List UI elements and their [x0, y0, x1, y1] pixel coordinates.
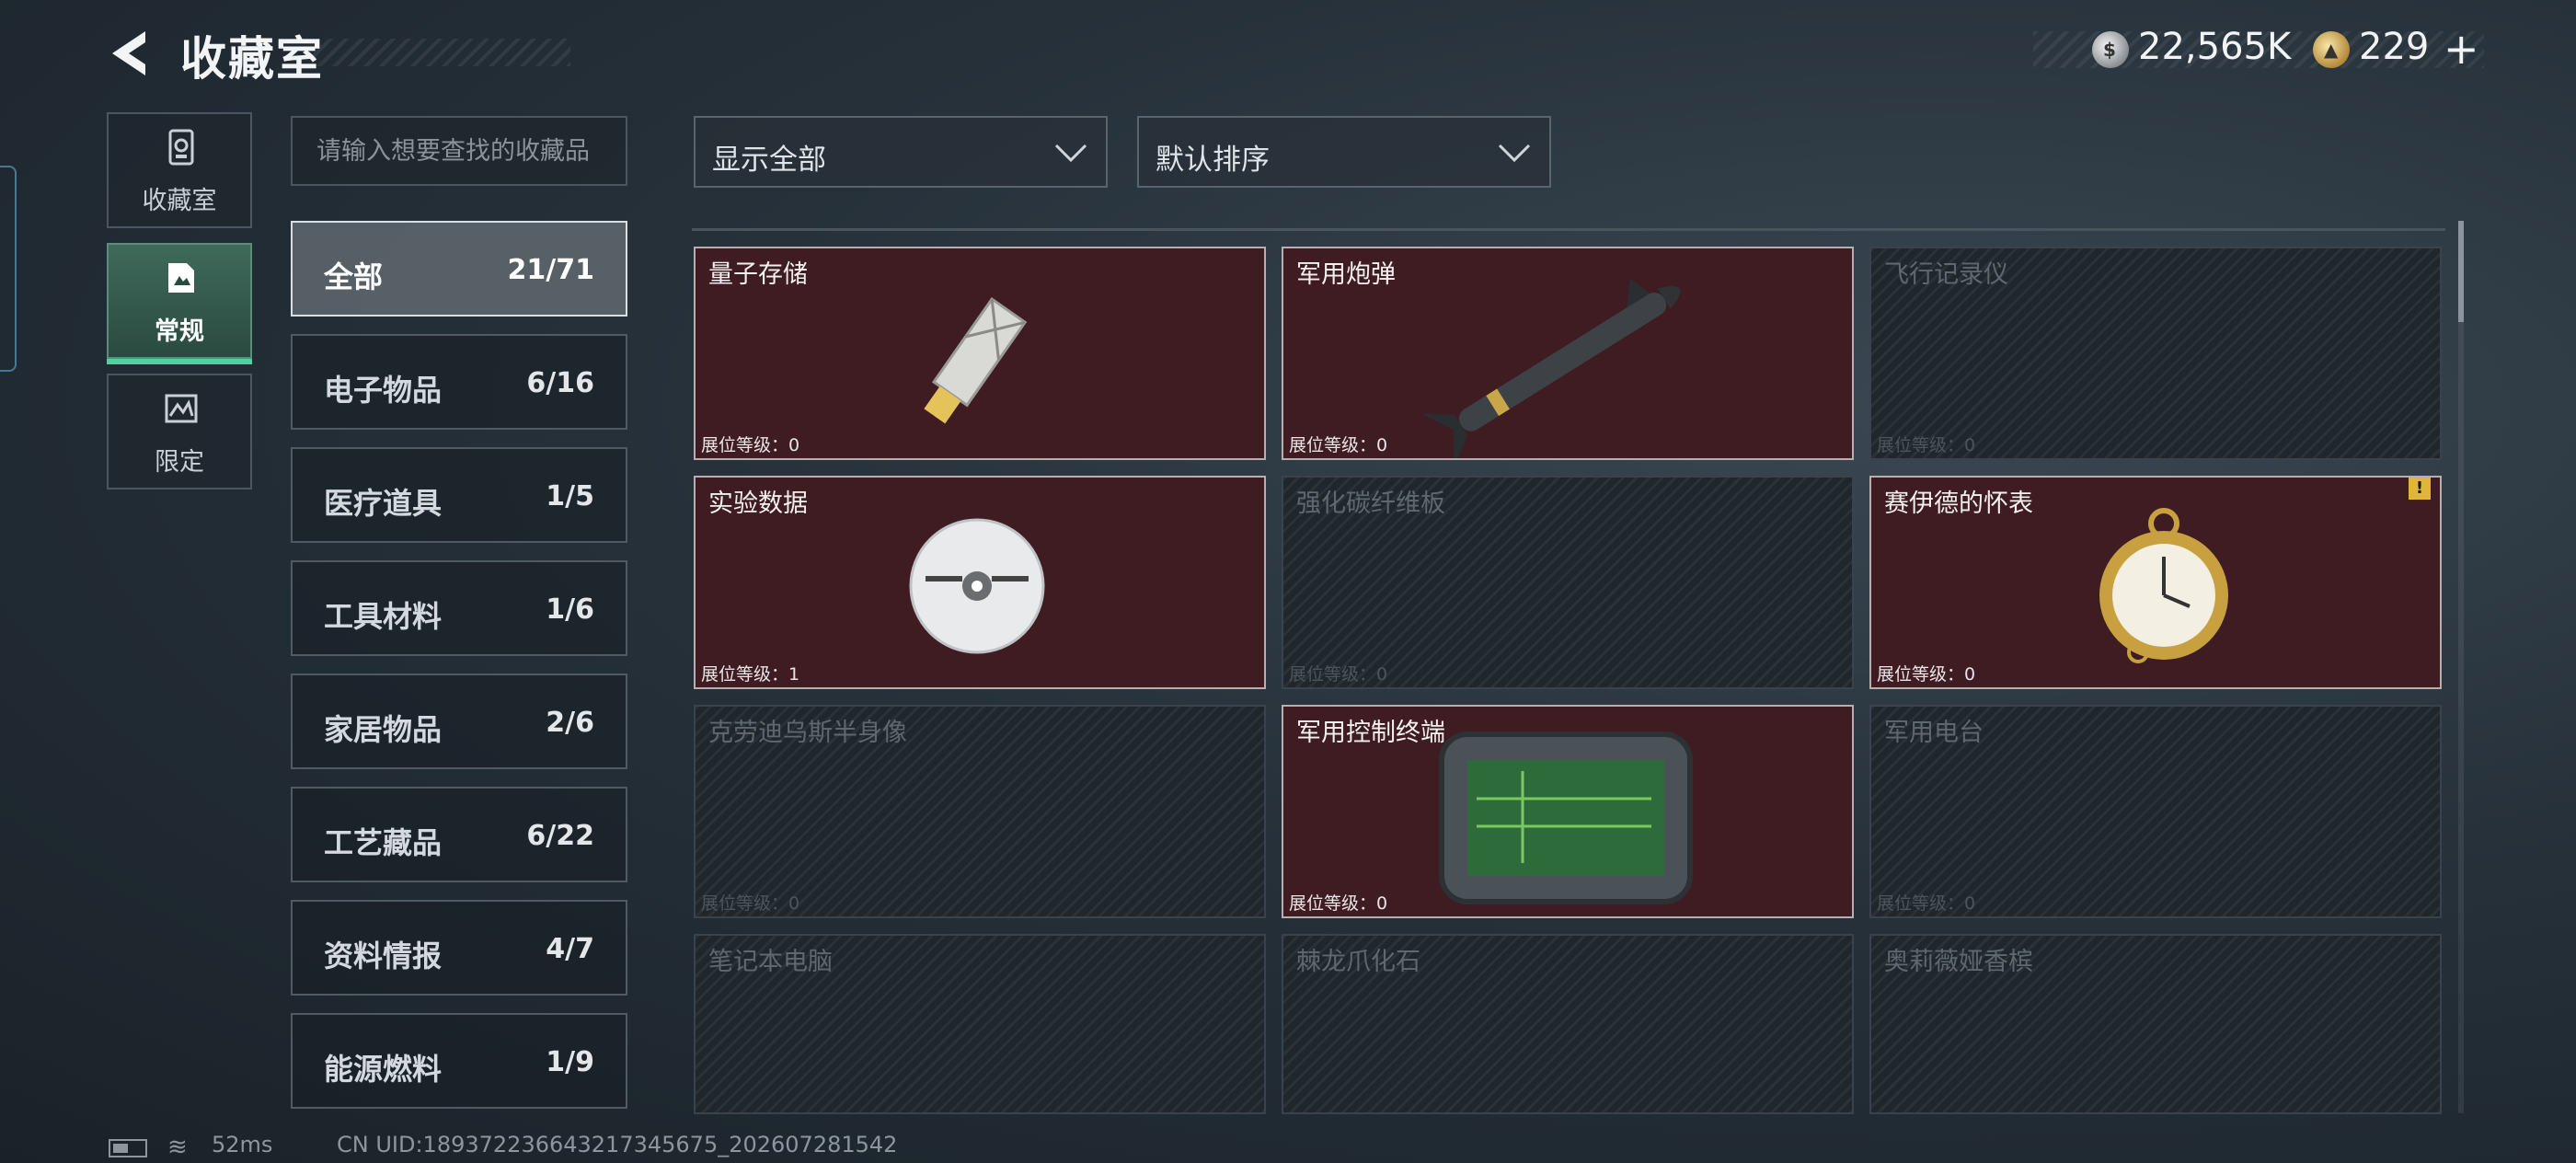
side-drawer-handle[interactable] [0, 166, 17, 372]
category-count: 21/71 [507, 254, 594, 286]
item-level: 展位等级：0 [1877, 435, 1976, 455]
tab-label: 限定 [155, 448, 204, 477]
item-name: 棘龙爪化石 [1296, 948, 1420, 976]
item-name: 军用控制终端 [1296, 719, 1445, 747]
category-name: 工艺藏品 [324, 825, 443, 860]
collection-item-card[interactable]: 奥莉薇娅香槟 [1869, 934, 2442, 1114]
tab-limited[interactable]: 限定 [107, 374, 252, 489]
item-name: 奥莉薇娅香槟 [1884, 948, 2033, 976]
collection-item-card[interactable]: 笔记本电脑 [694, 934, 1266, 1114]
display-filter-dropdown[interactable]: 显示全部 [694, 116, 1108, 188]
item-name: 赛伊德的怀表 [1884, 489, 2033, 518]
sort-dropdown[interactable]: 默认排序 [1137, 116, 1551, 188]
collection-item-card[interactable]: 飞行记录仪展位等级：0 [1869, 247, 2442, 460]
tab-label: 常规 [155, 317, 204, 346]
item-name: 实验数据 [708, 489, 808, 518]
item-name: 量子存储 [708, 260, 808, 289]
collection-item-card[interactable]: 军用电台展位等级：0 [1869, 705, 2442, 918]
item-level: 展位等级：0 [701, 435, 800, 455]
category-name: 电子物品 [324, 373, 443, 408]
category-item[interactable]: 全部 21/71 [291, 221, 627, 317]
category-count: 2/6 [546, 707, 594, 739]
display-filter-value: 显示全部 [712, 144, 826, 177]
item-level: 展位等级：1 [701, 664, 800, 685]
battery-icon [109, 1139, 147, 1157]
add-currency-button[interactable]: + [2444, 24, 2479, 74]
page-title: 收藏室 [180, 32, 324, 86]
item-level: 展位等级：0 [1289, 664, 1388, 685]
category-count: 1/9 [546, 1046, 594, 1078]
tab-regular[interactable]: 常规 [107, 243, 252, 364]
sort-value: 默认排序 [1156, 144, 1270, 177]
category-count: 1/5 [546, 480, 594, 512]
ping-value: 52ms [212, 1132, 273, 1157]
grid-divider [692, 228, 2445, 231]
limited-icon [165, 394, 198, 423]
item-name: 军用电台 [1884, 719, 1984, 747]
token-amount: 229 [2359, 26, 2430, 68]
category-count: 1/6 [546, 593, 594, 626]
collection-item-card[interactable]: 赛伊德的怀表展位等级：0! [1869, 476, 2442, 689]
category-count: 6/16 [526, 367, 594, 399]
category-item[interactable]: 资料情报 4/7 [291, 900, 627, 996]
category-item[interactable]: 电子物品 6/16 [291, 334, 627, 430]
item-level: 展位等级：0 [1877, 664, 1976, 685]
collection-item-card[interactable]: 克劳迪乌斯半身像展位等级：0 [694, 705, 1266, 918]
chevron-down-icon [1498, 144, 1531, 163]
money-amount: 22,565K [2138, 26, 2292, 68]
back-arrow-icon[interactable] [103, 26, 158, 81]
warning-badge: ! [2409, 478, 2431, 500]
currency-bar: $ 22,565K ▲ 229 + [2033, 24, 2484, 74]
category-item[interactable]: 家居物品 2/6 [291, 674, 627, 769]
active-tab-indicator [107, 359, 252, 364]
search-box[interactable] [291, 116, 627, 186]
item-name: 飞行记录仪 [1884, 260, 2008, 289]
item-name: 克劳迪乌斯半身像 [708, 719, 907, 747]
user-uid: CN UID:18937223664321734567​5_2026072815… [337, 1132, 898, 1157]
collection-item-card[interactable]: 军用控制终端展位等级：0 [1282, 705, 1854, 918]
tab-label: 收藏室 [142, 187, 217, 215]
item-name: 笔记本电脑 [708, 948, 833, 976]
item-level: 展位等级：0 [701, 893, 800, 914]
collection-room-icon [168, 129, 194, 166]
tab-collection-room[interactable]: 收藏室 [107, 112, 252, 228]
item-name: 军用炮弹 [1296, 260, 1396, 289]
silver-coin-icon: $ [2092, 31, 2129, 68]
category-item[interactable]: 工艺藏品 6/22 [291, 787, 627, 882]
category-name: 家居物品 [324, 712, 443, 747]
gold-token-icon: ▲ [2313, 31, 2350, 68]
collection-item-card[interactable]: 量子存储展位等级：0 [694, 247, 1266, 460]
category-name: 医疗道具 [324, 486, 443, 521]
category-name: 资料情报 [324, 938, 443, 973]
scrollbar-thumb[interactable] [2458, 221, 2464, 322]
search-input[interactable] [293, 118, 626, 184]
regular-icon [168, 263, 194, 293]
category-count: 4/7 [546, 933, 594, 965]
item-name: 强化碳纤维板 [1296, 489, 1445, 518]
item-level: 展位等级：0 [1289, 893, 1388, 914]
item-level: 展位等级：0 [1289, 435, 1388, 455]
collection-item-card[interactable]: 棘龙爪化石 [1282, 934, 1854, 1114]
category-name: 能源燃料 [324, 1052, 443, 1087]
wifi-icon: ≋ [167, 1134, 188, 1161]
chevron-down-icon [1054, 144, 1087, 163]
category-name: 全部 [324, 259, 384, 294]
collection-item-card[interactable]: 实验数据展位等级：1 [694, 476, 1266, 689]
category-count: 6/22 [526, 820, 594, 852]
item-level: 展位等级：0 [1877, 893, 1976, 914]
title-decoration [313, 39, 570, 66]
category-item[interactable]: 能源燃料 1/9 [291, 1013, 627, 1109]
collection-item-card[interactable]: 强化碳纤维板展位等级：0 [1282, 476, 1854, 689]
category-name: 工具材料 [324, 599, 443, 634]
status-bar: ≋ 52ms CN UID:18937223664321734567​5_202… [0, 1132, 2576, 1163]
scrollbar-track[interactable] [2458, 221, 2464, 1113]
category-item[interactable]: 工具材料 1/6 [291, 560, 627, 656]
collection-item-card[interactable]: 军用炮弹展位等级：0 [1282, 247, 1854, 460]
category-item[interactable]: 医疗道具 1/5 [291, 447, 627, 543]
